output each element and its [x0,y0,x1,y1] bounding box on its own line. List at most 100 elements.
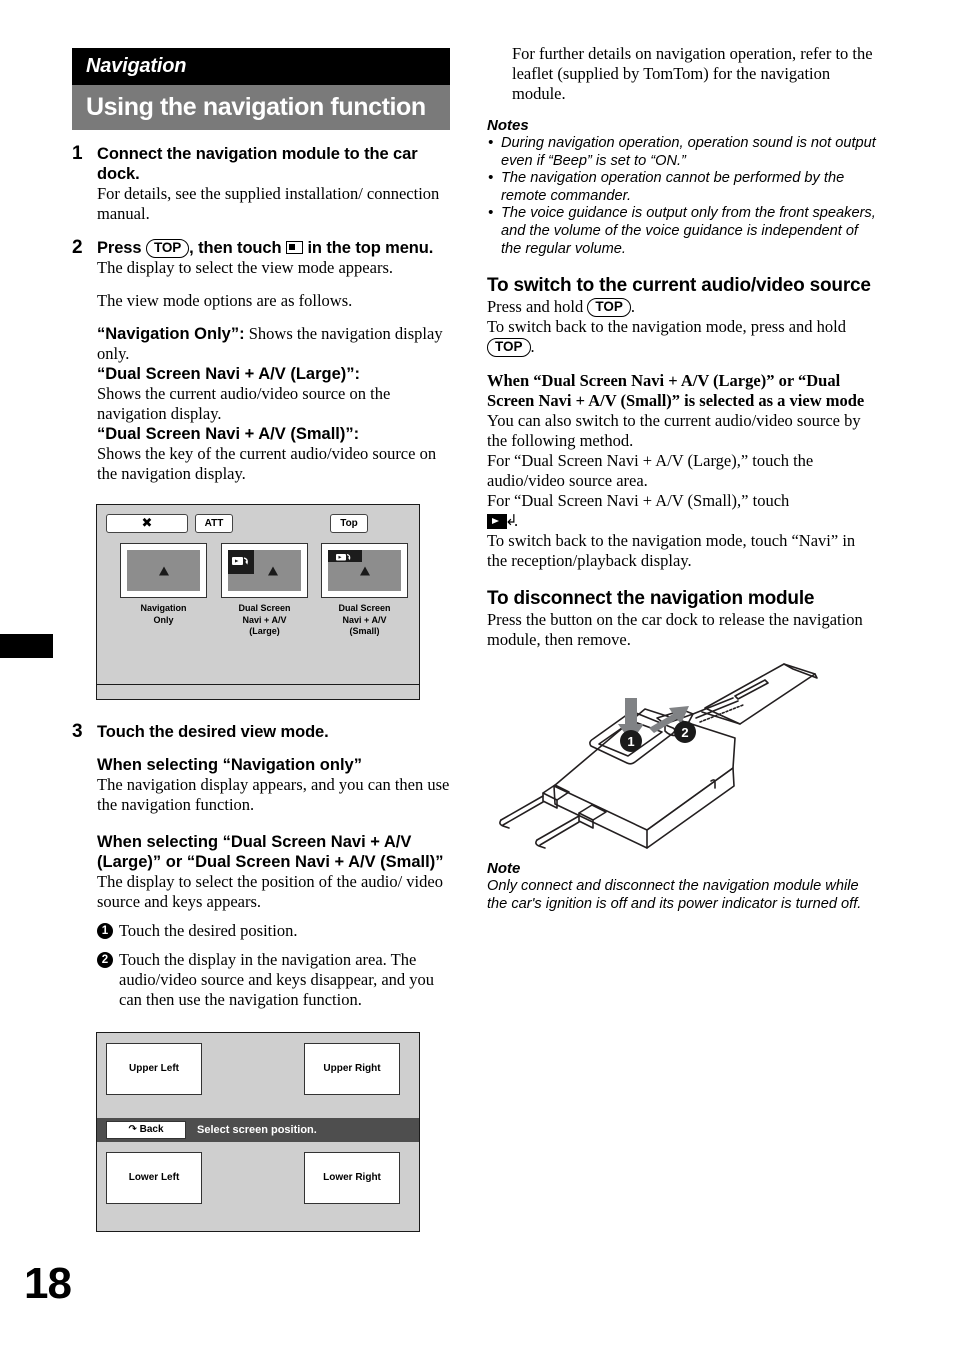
navigation-arrow-icon [268,566,279,575]
av-source-small-icon [328,550,362,562]
view-mode-2-desc: Shows the key of the current audio/video… [97,444,437,483]
car-dock-illustration: 1 2 [497,662,877,857]
step-3-item-1-text: Touch the desired position. [119,921,298,940]
close-button[interactable]: ✖ [106,514,188,533]
option-dual-small-label: Dual Screen Navi + A/V (Small) [321,603,408,638]
top-button[interactable]: Top [330,514,368,533]
svg-text:2: 2 [681,725,688,740]
step-1-heading: Connect the navigation module to the car… [97,145,418,183]
manual-page: 18 Navigation Using the navigation funct… [0,0,954,1352]
view-mode-0-term: “Navigation Only”: [97,325,245,343]
switch-section-heading: To switch to the current audio/video sou… [487,275,871,297]
switch-body-3: For “Dual Screen Navi + A/V (Small),” to… [487,491,877,531]
av-source-glyph [232,557,248,565]
step-3-item-1: 1 Touch the desired position. [97,921,450,941]
return-arrow-icon: ↲ [505,511,518,530]
position-screen-instruction: Select screen position. [197,1124,317,1136]
disconnect-section-heading: To disconnect the navigation module [487,588,815,610]
att-button[interactable]: ATT [195,514,233,533]
switch-line-2-a: To switch back to the navigation mode, p… [487,317,847,337]
view-mode-1-term: “Dual Screen Navi + A/V (Large)”: [97,365,361,383]
switch-section-line-1: Press and hold TOP. [487,297,877,318]
circled-number-1: 1 [97,923,113,939]
step-2: 2 Press TOP, then touch in the top menu.… [72,237,450,484]
callout-1: 1 [620,730,642,753]
step-2-number: 2 [72,237,83,258]
option-dual-large-label: Dual Screen Navi + A/V (Large) [221,603,308,638]
option-navigation-only-label: Navigation Only [120,603,207,626]
right-column: For further details on navigation operat… [487,44,877,913]
step-1-body: For details, see the supplied installati… [97,184,440,223]
left-column: Navigation Using the navigation function… [72,48,450,1232]
view-mode-2-term: “Dual Screen Navi + A/V (Small)”: [97,425,360,443]
step-3-sub2-body: The display to select the position of th… [97,872,443,911]
disconnect-section-body: Press the button on the car dock to rele… [487,610,863,650]
view-mode-list: “Navigation Only”: Shows the navigation … [97,324,450,484]
screen-icon [285,241,303,254]
nav-preview [228,550,301,591]
step-3-item-2-text: Touch the display in the navigation area… [119,950,435,1009]
back-button-label: Back [139,1124,164,1135]
switch-body-1: You can also switch to the current audio… [487,411,861,451]
step-3-sub2-heading: When selecting “Dual Screen Navi + A/V (… [97,833,444,871]
option-dual-large[interactable]: Dual Screen Navi + A/V (Large) [221,543,308,638]
page-title: Using the navigation function [72,85,450,130]
label-line-2: Navi + A/V [242,614,287,625]
switch-section-line-2: To switch back to the navigation mode, p… [487,317,877,358]
screen-bottom-bar [97,684,419,699]
step-3-number: 3 [72,721,83,742]
note-item: The voice guidance is output only from t… [487,204,877,258]
label-line-2: Navi + A/V [342,614,387,625]
label-line-3: (Small) [349,626,380,636]
label-line-3: (Large) [249,626,280,636]
label-line-1: Navigation [140,603,187,613]
top-key-glyph: TOP [145,239,190,258]
view-mode-2: “Dual Screen Navi + A/V (Small)”: Shows … [97,424,450,484]
option-navigation-only-thumb [120,543,207,598]
step-2-body: The display to select the view mode appe… [97,258,393,277]
switch-body-3-a: For “Dual Screen Navi + A/V (Small),” to… [487,491,790,511]
intro-paragraph: For further details on navigation operat… [512,44,873,103]
position-lower-right[interactable]: Lower Right [304,1152,400,1204]
option-dual-small[interactable]: Dual Screen Navi + A/V (Small) [321,543,408,638]
view-mode-1: “Dual Screen Navi + A/V (Large)”: Shows … [97,364,450,424]
step-3-item-2: 2 Touch the display in the navigation ar… [97,950,450,1010]
nav-preview [127,550,200,591]
label-line-1: Dual Screen [238,603,291,613]
switch-sub-heading: When “Dual Screen Navi + A/V (Large)” or… [487,371,865,411]
note-body: Only connect and disconnect the navigati… [487,878,862,912]
navigation-arrow-icon [359,566,370,575]
switch-body-4: To switch back to the navigation mode, t… [487,531,856,571]
switch-body-2: For “Dual Screen Navi + A/V (Large),” to… [487,451,814,491]
view-mode-1-desc: Shows the current audio/video source on … [97,384,391,423]
callout-2: 2 [674,721,696,744]
note-item: During navigation operation, operation s… [487,134,877,170]
label-line-1: Dual Screen [338,603,391,613]
option-dual-small-thumb [321,543,408,598]
section-label: Navigation [72,48,450,85]
screen-position-selection-screen: Upper Left Upper Right ↷ Back Select scr… [96,1032,420,1232]
circled-number-2: 2 [97,952,113,968]
label-line-2: Only [153,614,174,625]
top-key-glyph: TOP [487,338,531,358]
nav-preview [328,550,401,591]
av-source-key-icon: ↲ [487,513,518,530]
position-lower-left[interactable]: Lower Left [106,1152,202,1204]
view-mode-0: “Navigation Only”: Shows the navigation … [97,324,450,364]
close-icon: ✖ [141,516,153,531]
screen-top-bar: ✖ ATT Top [97,505,419,539]
step-1: 1 Connect the navigation module to the c… [72,143,450,224]
position-upper-left[interactable]: Upper Left [106,1043,202,1095]
option-dual-large-thumb [221,543,308,598]
dock-diagram-svg: 1 2 [499,663,818,849]
back-arrow-icon: ↷ [128,1124,137,1135]
option-navigation-only[interactable]: Navigation Only [120,543,207,626]
note-item: The navigation operation cannot be perfo… [487,169,877,205]
back-button[interactable]: ↷ Back [106,1121,186,1139]
step-3-heading: Touch the desired view mode. [97,723,329,741]
page-number: 18 [24,1259,72,1308]
step-2-heading-part2: , then touch [189,239,282,257]
notes-heading: Notes [487,117,529,134]
position-upper-right[interactable]: Upper Right [304,1043,400,1095]
note-heading: Note [487,860,521,878]
